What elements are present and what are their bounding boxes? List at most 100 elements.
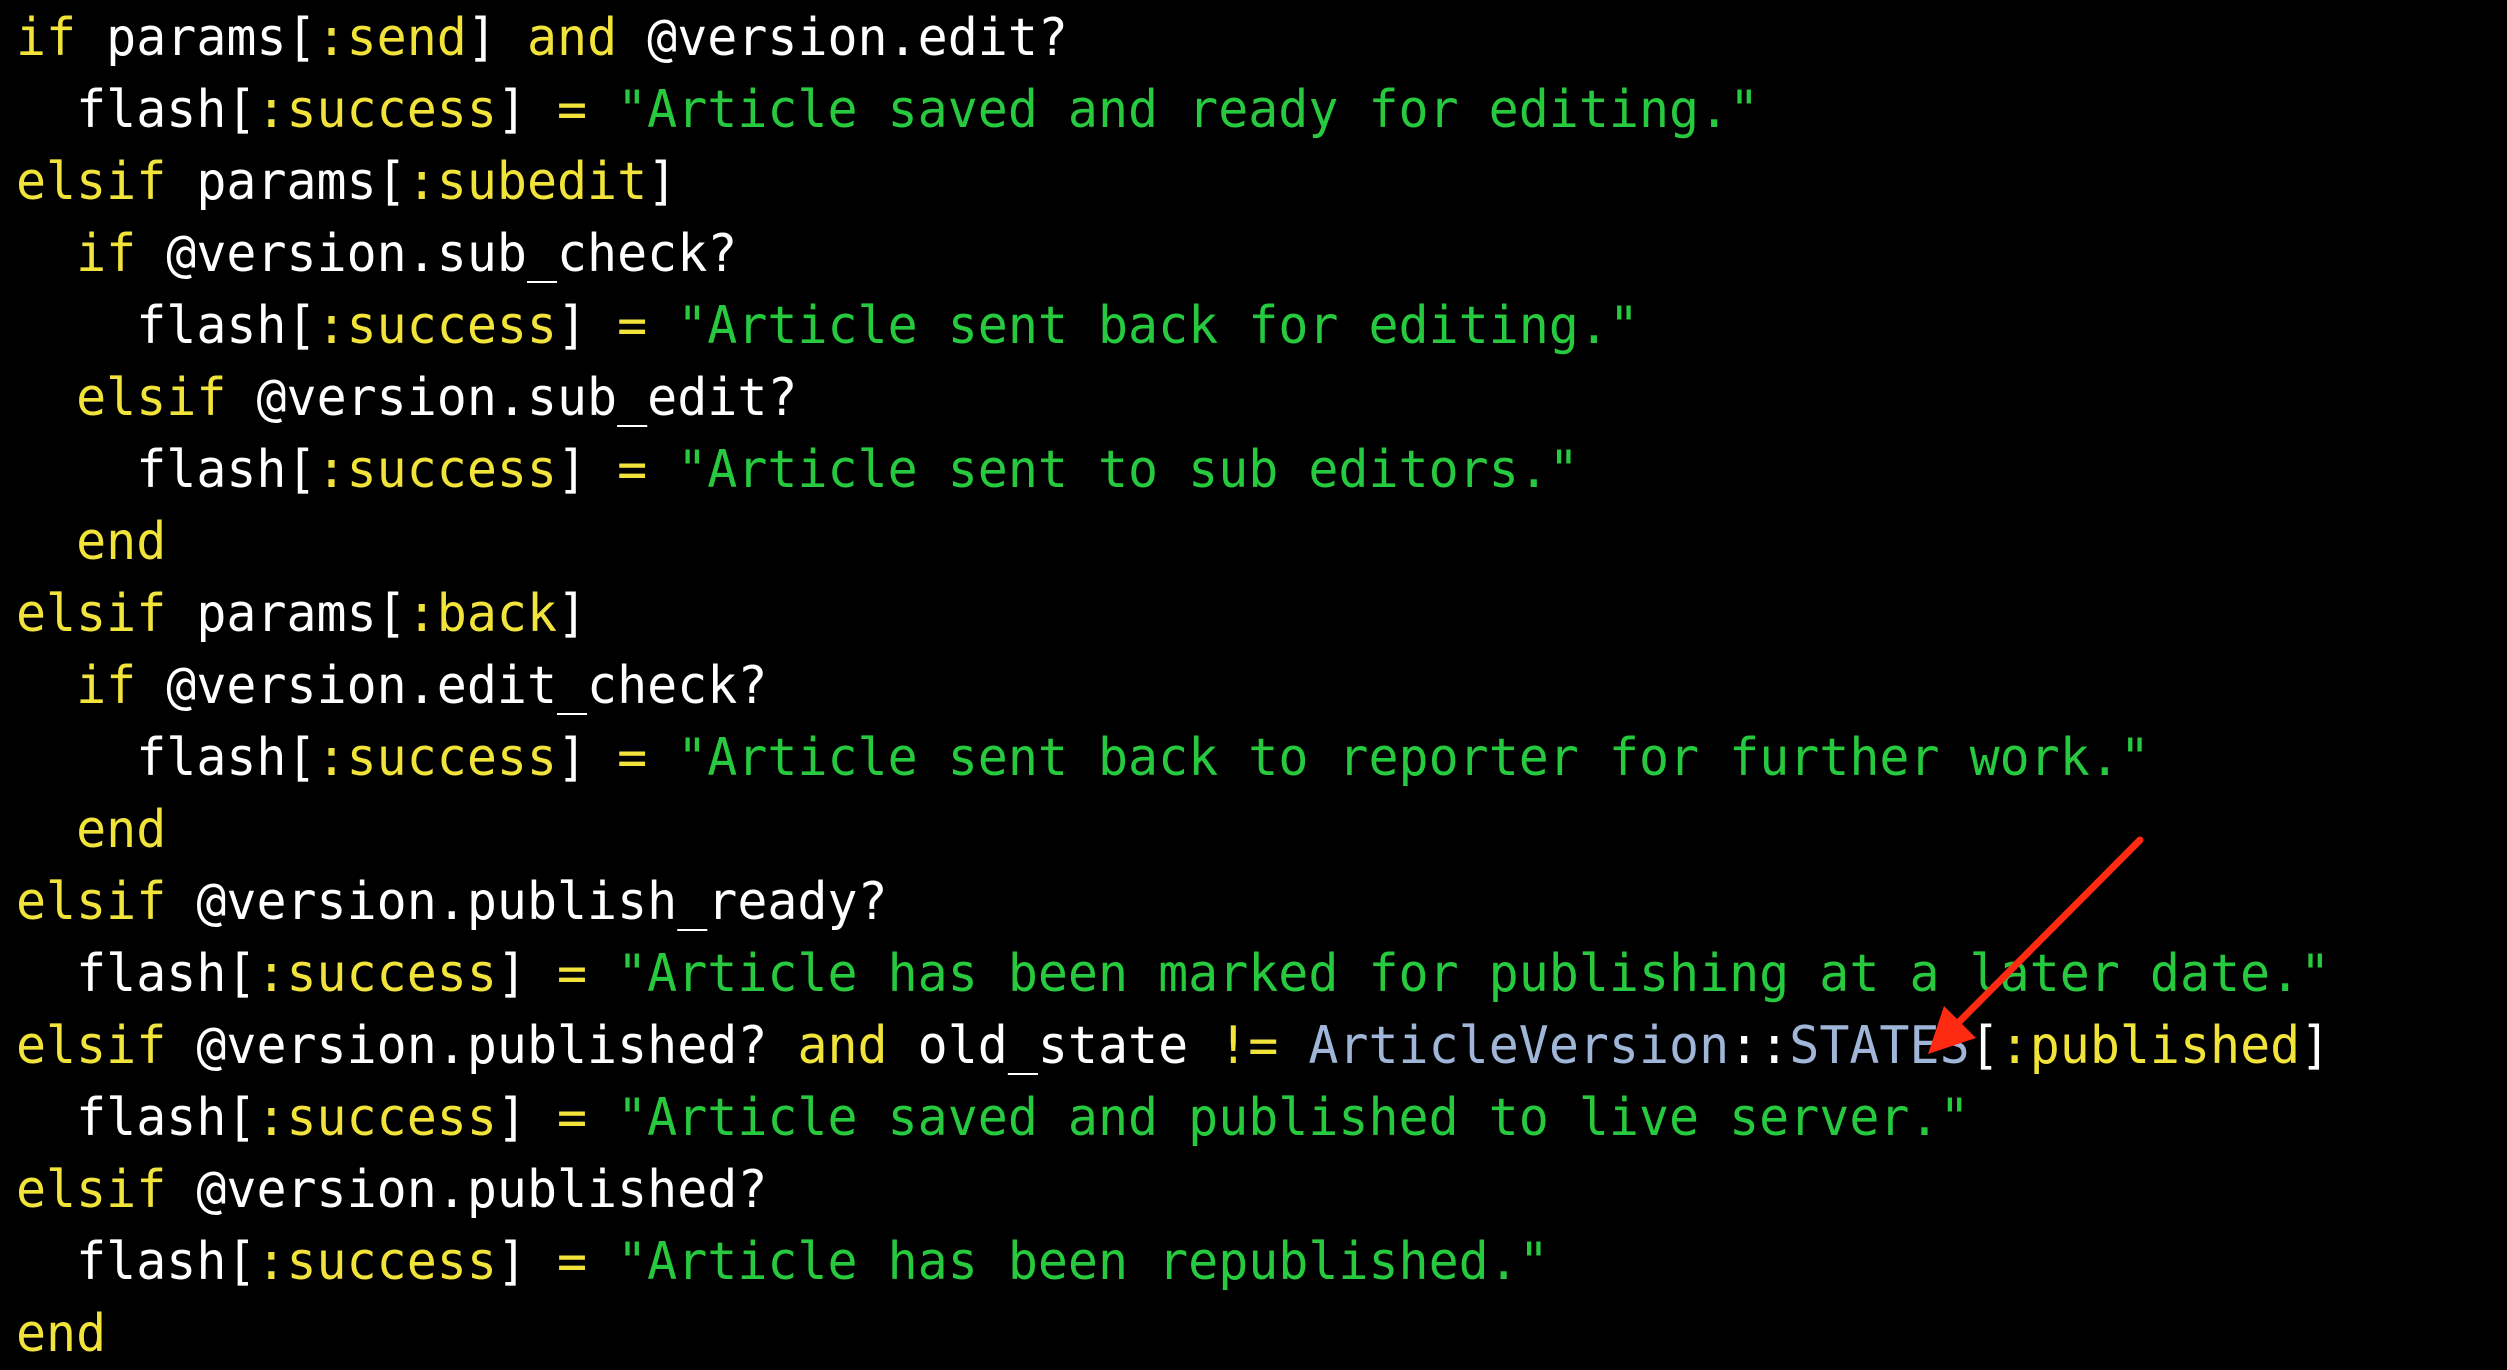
code-token-plain: ] <box>556 728 618 788</box>
code-token-plain: old_state <box>887 1016 1219 1076</box>
code-token-keyword: elsif <box>16 1160 167 1220</box>
code-token-plain: flash[ <box>16 296 317 356</box>
code-line: flash[:success] = "Article sent to sub e… <box>16 434 2330 506</box>
code-line: end <box>16 794 2330 866</box>
code-token-keyword: elsif <box>16 1016 167 1076</box>
code-token-operator: = <box>556 1088 588 1148</box>
code-token-plain: ] <box>556 296 618 356</box>
code-token-keyword: if <box>76 224 137 284</box>
code-token-keyword: elsif <box>76 368 227 428</box>
code-token-keyword: if <box>16 8 77 68</box>
code-token-plain: params[ <box>76 8 317 68</box>
code-token-plain: @version.published? <box>166 1160 768 1220</box>
code-line: elsif @version.published? and old_state … <box>16 1010 2330 1082</box>
code-token-string: "Article has been marked for publishing … <box>617 944 2331 1004</box>
code-token-plain: @version.published? <box>166 1016 798 1076</box>
code-token-symbol: :success <box>256 1088 497 1148</box>
code-line: end <box>16 1298 2330 1370</box>
code-line: if @version.edit_check? <box>16 650 2330 722</box>
code-token-keyword: elsif <box>16 152 167 212</box>
code-token-symbol: :success <box>316 728 557 788</box>
code-line: elsif @version.publish_ready? <box>16 866 2330 938</box>
code-token-string: "Article saved and ready for editing." <box>617 80 1760 140</box>
code-token-operator: = <box>617 728 648 788</box>
code-token-symbol: :subedit <box>406 152 648 212</box>
code-line: flash[:success] = "Article has been repu… <box>16 1226 2330 1298</box>
code-token-plain: [ <box>1969 1016 2000 1076</box>
code-token-plain: ] <box>2300 1016 2331 1076</box>
code-line: flash[:success] = "Article sent back to … <box>16 722 2330 794</box>
code-token-plain: @version.sub_check? <box>136 224 738 284</box>
code-token-plain: flash[ <box>16 728 317 788</box>
code-token-plain: flash[ <box>16 1088 257 1148</box>
code-token-plain: ] <box>647 152 678 212</box>
code-token-plain: ] <box>496 944 557 1004</box>
code-block: if params[:send] and @version.edit? flas… <box>16 2 2330 1370</box>
code-token-keyword: and <box>797 1016 888 1076</box>
code-token-string: "Article sent to sub editors." <box>677 440 1579 500</box>
code-token-keyword: end <box>16 1304 107 1364</box>
code-line: if params[:send] and @version.edit? <box>16 2 2330 74</box>
code-line: flash[:success] = "Article saved and pub… <box>16 1082 2330 1154</box>
code-token-keyword: elsif <box>16 584 167 644</box>
code-line: elsif params[:subedit] <box>16 146 2330 218</box>
code-token-keyword: end <box>76 800 167 860</box>
code-token-operator: = <box>556 1232 588 1292</box>
code-token-constant: ArticleVersion <box>1308 1016 1730 1076</box>
code-token-plain: @version.edit_check? <box>136 656 768 716</box>
code-token-symbol: :success <box>256 1232 497 1292</box>
code-token-plain: params[ <box>166 584 407 644</box>
code-line: end <box>16 506 2330 578</box>
code-token-constant: STATES <box>1789 1016 1970 1076</box>
code-token-operator: = <box>617 296 648 356</box>
code-token-symbol: :back <box>406 584 558 644</box>
code-token-keyword: and <box>526 8 618 68</box>
code-token-string: "Article sent back to reporter for furth… <box>677 728 2150 788</box>
code-token-symbol: :success <box>256 80 497 140</box>
code-token-symbol: :published <box>1999 1016 2301 1076</box>
code-token-plain: ] <box>556 440 618 500</box>
code-token-plain: :: <box>1729 1016 1790 1076</box>
code-token-symbol: :success <box>316 296 557 356</box>
code-token-plain: flash[ <box>16 944 257 1004</box>
code-token-plain: ] <box>496 1088 557 1148</box>
code-token-plain: params[ <box>166 152 407 212</box>
code-token-plain: flash[ <box>16 80 257 140</box>
code-token-plain: @version.sub_edit? <box>226 368 798 428</box>
code-line: if @version.sub_check? <box>16 218 2330 290</box>
code-token-symbol: :success <box>256 944 497 1004</box>
code-line: flash[:success] = "Article saved and rea… <box>16 74 2330 146</box>
code-token-operator: = <box>556 80 588 140</box>
code-token-plain: ] <box>557 584 588 644</box>
code-token-plain: flash[ <box>16 1232 257 1292</box>
code-token-string: "Article sent back for editing." <box>677 296 1639 356</box>
code-token-symbol: :send <box>316 8 467 68</box>
code-line: elsif @version.sub_edit? <box>16 362 2330 434</box>
code-token-keyword: if <box>76 656 137 716</box>
code-token-operator: = <box>556 944 588 1004</box>
code-token-plain: @version.publish_ready? <box>166 872 888 932</box>
code-token-plain: ] <box>466 8 527 68</box>
code-token-symbol: :success <box>316 440 557 500</box>
code-token-plain: flash[ <box>16 440 317 500</box>
code-token-operator: = <box>617 440 648 500</box>
code-token-operator: != <box>1218 1016 1279 1076</box>
code-line: flash[:success] = "Article sent back for… <box>16 290 2330 362</box>
code-token-plain: ] <box>496 1232 557 1292</box>
code-token-plain: @version.edit? <box>617 8 1068 68</box>
code-line: elsif @version.published? <box>16 1154 2330 1226</box>
code-token-keyword: end <box>76 512 167 572</box>
